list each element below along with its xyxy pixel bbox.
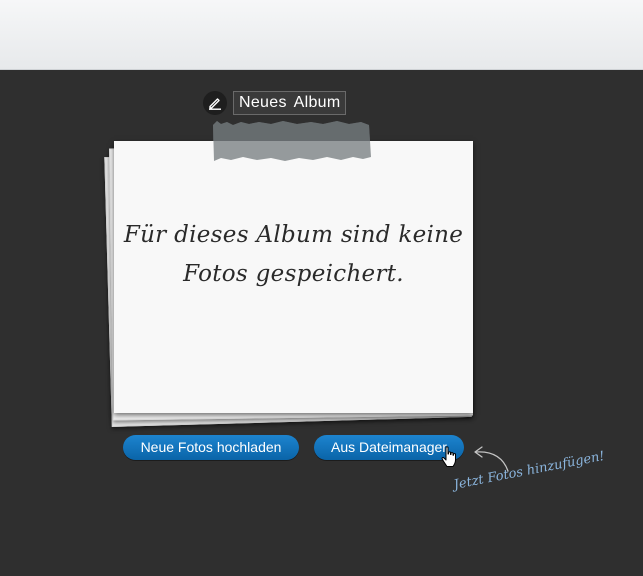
edit-album-name-button[interactable]: [203, 91, 227, 115]
paper-sheet-back: [104, 147, 472, 427]
empty-album-note: Für dieses Album sind keine Fotos gespei…: [0, 0, 643, 576]
empty-album-message: Für dieses Album sind keine Fotos gespei…: [123, 222, 464, 287]
paper-sheet-front: Für dieses Album sind keine Fotos gespei…: [114, 141, 473, 413]
hand-pointer-icon: [441, 446, 456, 467]
album-name-field[interactable]: Neues Album: [233, 91, 347, 115]
pencil-icon: [209, 98, 221, 110]
paper-sheet-middle: [109, 143, 473, 421]
album-title-row: Neues Album: [203, 90, 347, 116]
tape-strip: [213, 121, 371, 161]
top-bar: [0, 0, 643, 70]
upload-photos-button[interactable]: Neue Fotos hochladen: [123, 435, 299, 460]
